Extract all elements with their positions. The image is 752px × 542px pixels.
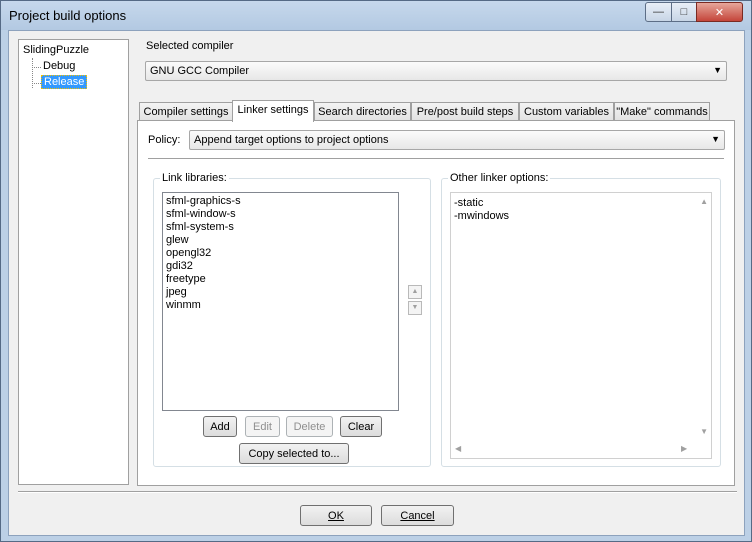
tab-linker-settings[interactable]: Linker settings (232, 100, 314, 122)
list-item[interactable]: gdi32 (166, 260, 193, 272)
maximize-button[interactable]: □ (671, 2, 697, 22)
close-icon: ✕ (714, 6, 725, 19)
link-libraries-title: Link libraries: (160, 172, 229, 184)
tree-connector (32, 83, 41, 84)
tree-item-release[interactable]: Release (41, 75, 88, 89)
list-item[interactable]: jpeg (166, 286, 187, 298)
tab-custom-variables[interactable]: Custom variables (519, 102, 614, 121)
cancel-button-label: Cancel (400, 510, 435, 522)
minimize-icon: — (653, 6, 664, 18)
scroll-up-icon[interactable]: ▲ (700, 197, 708, 206)
delete-button[interactable]: Delete (286, 416, 333, 437)
chevron-down-icon: ▼ (411, 304, 419, 311)
add-button[interactable]: Add (203, 416, 237, 437)
tree-item-debug[interactable]: Debug (43, 60, 75, 72)
policy-select-value: Append target options to project options (194, 134, 389, 146)
edit-button[interactable]: Edit (245, 416, 280, 437)
target-tree[interactable]: SlidingPuzzle Debug Release (18, 39, 129, 485)
ok-button[interactable]: OK (300, 505, 372, 526)
tab-compiler-settings[interactable]: Compiler settings (139, 102, 233, 121)
link-libraries-group: Link libraries: sfml-graphics-s sfml-win… (153, 172, 431, 467)
close-button[interactable]: ✕ (696, 2, 743, 22)
footer-separator (18, 491, 737, 493)
policy-select[interactable]: Append target options to project options… (189, 130, 725, 150)
chevron-down-icon: ▼ (713, 65, 722, 75)
window-title: Project build options (9, 8, 127, 23)
scroll-left-icon[interactable]: ◀ (455, 444, 461, 453)
list-item[interactable]: opengl32 (166, 247, 211, 259)
scroll-right-icon[interactable]: ▶ (681, 444, 687, 453)
tab-search-directories[interactable]: Search directories (314, 102, 411, 121)
scroll-down-icon[interactable]: ▼ (700, 427, 708, 436)
policy-label: Policy: (148, 134, 181, 146)
text-line: -static (454, 197, 484, 209)
tree-connector (32, 67, 41, 68)
project-build-options-window: Project build options — □ ✕ SlidingPuzzl… (0, 0, 752, 542)
copy-selected-to-button[interactable]: Copy selected to... (239, 443, 349, 464)
chevron-up-icon: ▲ (411, 288, 419, 295)
move-up-button[interactable]: ▲ (408, 285, 422, 299)
list-item[interactable]: sfml-window-s (166, 208, 236, 220)
compiler-select-value: GNU GCC Compiler (150, 65, 250, 77)
tree-item-root[interactable]: SlidingPuzzle (23, 44, 89, 56)
policy-separator (148, 158, 724, 160)
text-line: -mwindows (454, 210, 510, 222)
tab-make-commands[interactable]: "Make" commands (614, 102, 710, 121)
other-linker-options-group: Other linker options: -static -mwindows … (441, 172, 721, 467)
linker-settings-page: Policy: Append target options to project… (137, 120, 735, 486)
maximize-icon: □ (680, 6, 688, 18)
ok-button-label: OK (328, 510, 344, 522)
chevron-down-icon: ▼ (711, 134, 720, 144)
list-item[interactable]: winmm (166, 299, 201, 311)
move-down-button[interactable]: ▼ (408, 301, 422, 315)
link-libraries-list[interactable]: sfml-graphics-s sfml-window-s sfml-syste… (162, 192, 399, 411)
minimize-button[interactable]: — (645, 2, 672, 22)
other-linker-options-title: Other linker options: (448, 172, 551, 184)
compiler-select[interactable]: GNU GCC Compiler ▼ (145, 61, 727, 81)
tab-pre-post-build-steps[interactable]: Pre/post build steps (411, 102, 519, 121)
list-item[interactable]: sfml-graphics-s (166, 195, 241, 207)
list-item[interactable]: freetype (166, 273, 206, 285)
list-item[interactable]: sfml-system-s (166, 221, 234, 233)
dialog-client-area: SlidingPuzzle Debug Release Selected com… (8, 30, 745, 536)
title-bar[interactable]: Project build options — □ ✕ (1, 1, 751, 30)
selected-compiler-label: Selected compiler (146, 40, 234, 52)
list-item[interactable]: glew (166, 234, 189, 246)
clear-button[interactable]: Clear (340, 416, 382, 437)
cancel-button[interactable]: Cancel (381, 505, 454, 526)
other-linker-options-textarea[interactable]: -static -mwindows ▲ ▼ ◀ ▶ (450, 192, 712, 459)
